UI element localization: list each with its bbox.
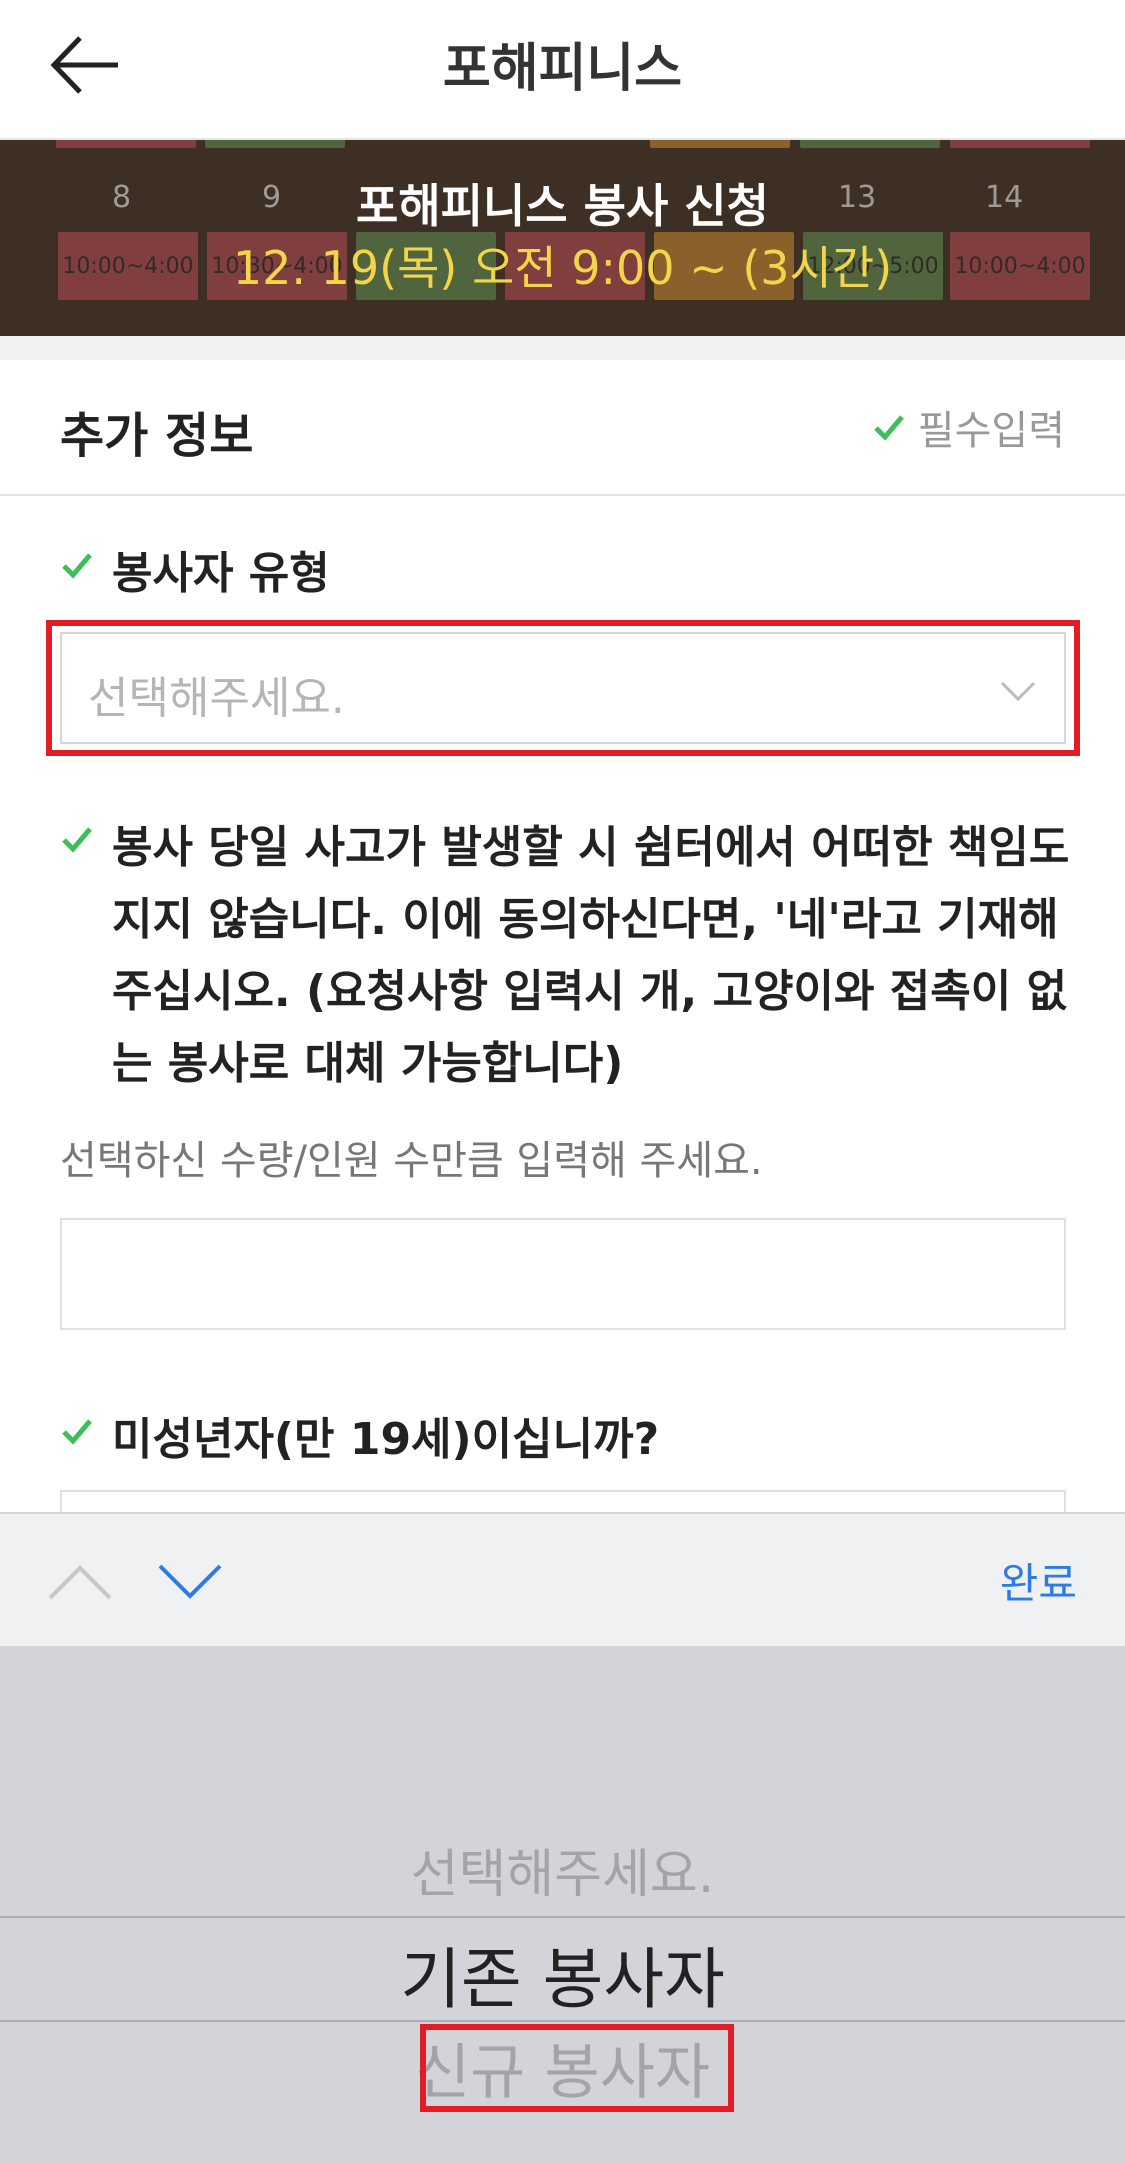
highlight-box bbox=[420, 2024, 734, 2112]
banner-date-time: 12. 19(목) 오전 9:00 ~ (3시간) bbox=[232, 241, 893, 295]
minor-label: 미성년자(만 19세)이십니까? bbox=[60, 1404, 659, 1476]
option-picker[interactable]: 선택해주세요. 기존 봉사자 신규 봉사자 bbox=[0, 1646, 1125, 2163]
agreement-input[interactable] bbox=[60, 1218, 1066, 1330]
chevron-down-icon bbox=[1000, 681, 1036, 702]
check-icon bbox=[874, 415, 904, 441]
required-label: 필수입력 bbox=[917, 408, 1065, 454]
picker-option-selected[interactable]: 기존 봉사자 bbox=[0, 1926, 1125, 2022]
chevron-up-icon[interactable] bbox=[48, 1562, 112, 1602]
field-label: 미성년자(만 19세)이십니까? bbox=[112, 1414, 660, 1465]
check-icon bbox=[62, 553, 92, 579]
volunteer-type-select[interactable]: 선택해주세요. bbox=[60, 632, 1066, 744]
page-title: 포해피니스 bbox=[442, 39, 683, 99]
banner-title: 포해피니스 봉사 신청 bbox=[356, 179, 769, 233]
keyboard-toolbar: 완료 bbox=[0, 1512, 1125, 1648]
picker-selection-line bbox=[0, 1916, 1125, 1918]
select-placeholder: 선택해주세요. bbox=[88, 673, 345, 724]
field-label: 봉사자 유형 bbox=[112, 548, 330, 599]
section-divider bbox=[0, 336, 1125, 360]
section-title: 추가 정보 bbox=[60, 408, 254, 464]
event-banner: 8 9 13 14 10:00~4:00 10:30~4:00 12:00~5:… bbox=[0, 140, 1125, 336]
top-app-bar: 포해피니스 bbox=[0, 0, 1125, 140]
field-hint: 선택하신 수량/인원 수만큼 입력해 주세요. bbox=[60, 1138, 763, 1184]
picker-selection-line bbox=[0, 2020, 1125, 2022]
picker-option[interactable]: 선택해주세요. bbox=[0, 1832, 1125, 1907]
check-icon bbox=[62, 827, 92, 853]
check-icon bbox=[62, 1419, 92, 1445]
done-button[interactable]: 완료 bbox=[1000, 1550, 1077, 1611]
chevron-down-icon[interactable] bbox=[158, 1562, 222, 1602]
agreement-label: 봉사 당일 사고가 발생할 시 쉼터에서 어떠한 책임도 지지 않습니다. 이에… bbox=[60, 812, 1070, 1100]
volunteer-type-label: 봉사자 유형 bbox=[60, 538, 330, 610]
required-legend: 필수입력 bbox=[872, 398, 1065, 456]
field-label: 봉사 당일 사고가 발생할 시 쉼터에서 어떠한 책임도 지지 않습니다. 이에… bbox=[112, 822, 1070, 1089]
additional-info-header: 추가 정보 필수입력 bbox=[0, 360, 1125, 496]
